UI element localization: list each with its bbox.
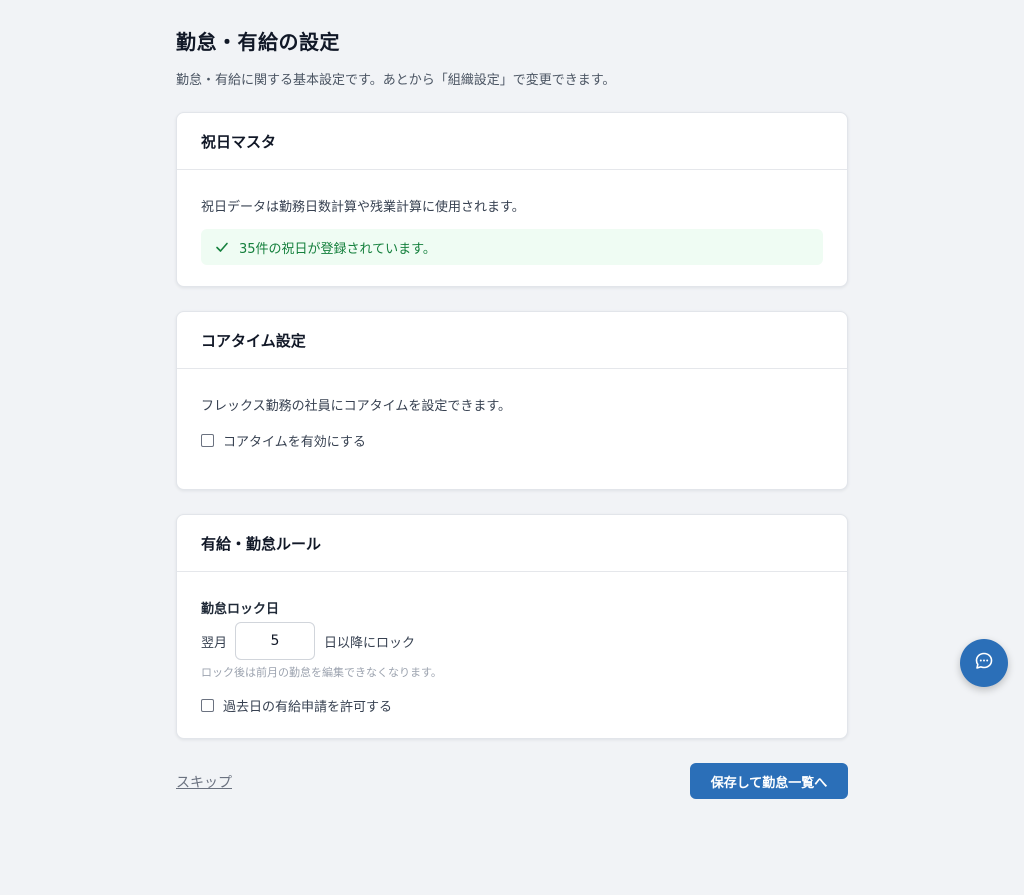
lock-day-label: 勤怠ロック日 bbox=[201, 602, 280, 617]
leave-rules-body: 勤怠ロック日 翌月 日以降にロック ロック後は前月の勤怠を編集できなくなります。… bbox=[177, 572, 847, 715]
leave-rules-title: 有給・勤怠ルール bbox=[201, 534, 322, 553]
leave-rules-card: 有給・勤怠ルール 勤怠ロック日 翌月 日以降にロック ロック後は前月の勤怠を編集… bbox=[176, 514, 848, 739]
coretime-enable-label: コアタイムを有効にする bbox=[223, 435, 366, 450]
coretime-description: フレックス勤務の社員にコアタイムを設定できます。 bbox=[201, 399, 512, 414]
coretime-title: コアタイム設定 bbox=[201, 331, 306, 350]
page-description: 勤怠・有給に関する基本設定です。あとから「組織設定」で変更できます。 bbox=[176, 73, 616, 88]
holiday-master-description: 祝日データは勤務日数計算や残業計算に使用されます。 bbox=[201, 200, 525, 215]
holiday-status-text: 35件の祝日が登録されています。 bbox=[239, 241, 436, 257]
past-leave-checkbox[interactable] bbox=[201, 699, 214, 712]
holiday-master-header: 祝日マスタ bbox=[177, 113, 847, 170]
lock-day-row: 翌月 日以降にロック bbox=[201, 622, 823, 660]
lock-day-prefix: 翌月 bbox=[201, 635, 228, 651]
holiday-status-banner: 35件の祝日が登録されています。 bbox=[201, 229, 823, 265]
save-and-go-button[interactable]: 保存して勤怠一覧へ bbox=[690, 763, 848, 799]
coretime-enable-row[interactable]: コアタイムを有効にする bbox=[201, 431, 823, 450]
holiday-master-title: 祝日マスタ bbox=[201, 132, 277, 151]
check-icon bbox=[215, 240, 229, 254]
holiday-master-body: 祝日データは勤務日数計算や残業計算に使用されます。 35件の祝日が登録されていま… bbox=[177, 170, 847, 265]
coretime-header: コアタイム設定 bbox=[177, 312, 847, 369]
past-leave-row[interactable]: 過去日の有給申請を許可する bbox=[201, 696, 823, 715]
holiday-master-card: 祝日マスタ 祝日データは勤務日数計算や残業計算に使用されます。 35件の祝日が登… bbox=[176, 112, 848, 287]
past-leave-label: 過去日の有給申請を許可する bbox=[223, 700, 393, 715]
page-title: 勤怠・有給の設定 bbox=[176, 30, 340, 54]
coretime-card: コアタイム設定 フレックス勤務の社員にコアタイムを設定できます。 コアタイムを有… bbox=[176, 311, 848, 490]
leave-rules-header: 有給・勤怠ルール bbox=[177, 515, 847, 572]
lock-day-input[interactable] bbox=[235, 622, 316, 660]
chat-bubble-icon bbox=[974, 651, 994, 675]
coretime-enable-checkbox[interactable] bbox=[201, 434, 214, 447]
coretime-body: フレックス勤務の社員にコアタイムを設定できます。 コアタイムを有効にする bbox=[177, 369, 847, 450]
lock-day-suffix: 日以降にロック bbox=[324, 635, 416, 651]
lock-day-hint: ロック後は前月の勤怠を編集できなくなります。 bbox=[201, 666, 442, 679]
skip-link[interactable]: スキップ bbox=[176, 772, 232, 792]
chat-button[interactable] bbox=[960, 639, 1008, 687]
page: 勤怠・有給の設定 勤怠・有給に関する基本設定です。あとから「組織設定」で変更でき… bbox=[0, 0, 1024, 895]
